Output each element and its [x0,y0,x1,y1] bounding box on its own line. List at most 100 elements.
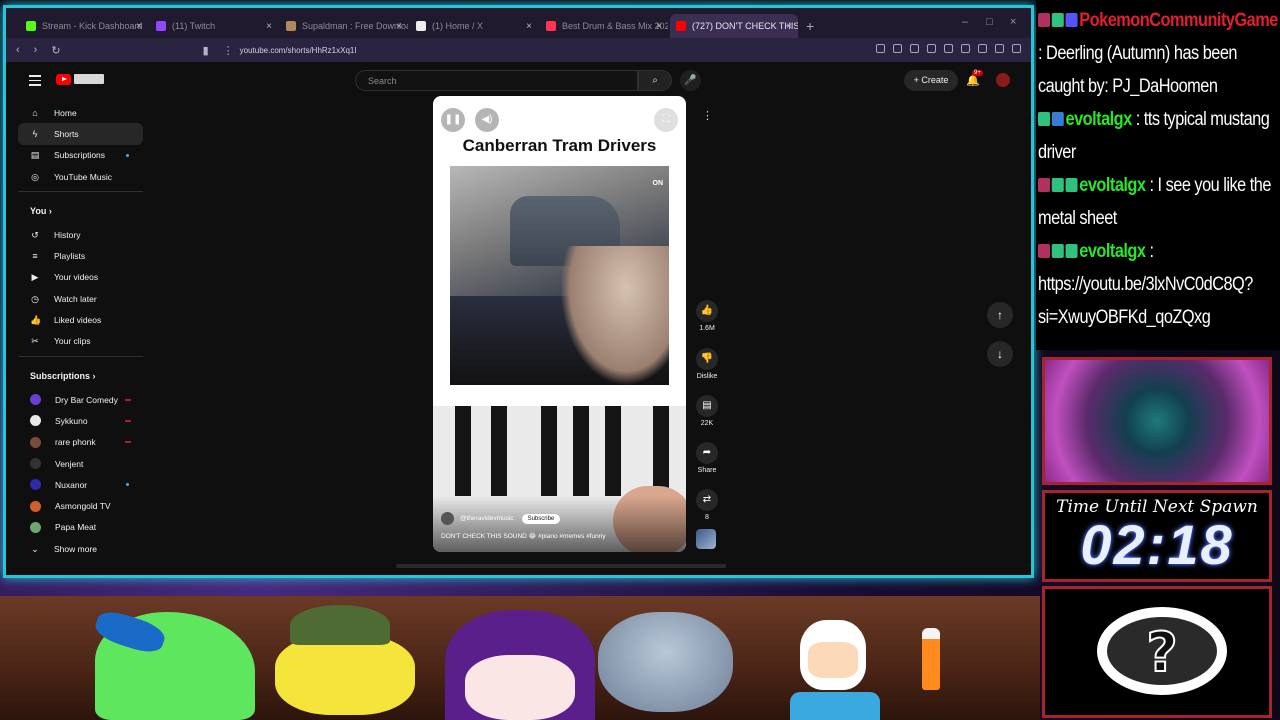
subscription-item[interactable]: Papa Meat [18,517,143,538]
subscription-item[interactable]: rare phonk [18,432,143,453]
arrow-down-icon[interactable]: ↓ [987,341,1013,367]
bookmark-icon[interactable]: ▮ [203,44,209,57]
channel-avatar [30,436,41,448]
comments-button[interactable]: ▤ 22K [694,395,720,427]
subscription-item[interactable]: Venjent [18,453,143,474]
extension-icon[interactable] [910,44,919,53]
volume-icon[interactable]: ◀) [475,108,499,132]
show-more-button[interactable]: ⌄ Show more [18,538,143,559]
extension-icon[interactable] [893,44,902,53]
sidebar-item-subscriptions[interactable]: ▤ Subscriptions [18,145,143,166]
subscription-item[interactable]: Nuxanor [18,474,143,495]
youtube-logo[interactable] [56,74,71,85]
subscription-item[interactable]: Dry Bar Comedy [18,389,143,410]
tab-bar: Stream - Kick Dashboard × (11) Twitch × Supa… [6,8,1031,38]
extension-icon[interactable] [927,44,936,53]
channel-avatar [30,521,41,533]
browser-tab[interactable]: Supaldman : Free Download, Borro× [280,14,408,38]
like-button[interactable]: 👍 1.6M [694,300,720,332]
close-icon[interactable]: × [136,21,142,32]
video-frame[interactable]: ON [450,166,669,385]
sidebar-section-subscriptions[interactable]: Subscriptions › [18,363,143,389]
shorts-player[interactable]: ❚❚ ◀) ⛶ Canberran Tram Drivers ON @thera… [433,96,686,552]
forward-icon[interactable]: › [34,44,38,56]
browser-tab[interactable]: (1) Home / X × [410,14,538,38]
channel-avatar [30,500,41,512]
mic-icon[interactable]: 🎤 [680,70,701,91]
scrollbar[interactable] [396,564,726,568]
subscriptions-icon: ▤ [30,150,40,161]
sidebar-subscriptions: Dry Bar Comedy Sykkuno rare phonk Venjent Nu… [18,389,143,538]
dislike-button[interactable]: 👎 Dislike [694,348,720,380]
sidebar-item-liked-videos[interactable]: 👍 Liked videos [18,309,143,330]
browser-tab[interactable]: (727) DON'T CHECK THIS SO× [670,14,798,38]
pause-icon[interactable]: ❚❚ [441,108,465,132]
sidebar-item-home[interactable]: ⌂ Home [18,102,143,123]
sidebar-item-watch-later[interactable]: ◷ Watch later [18,288,143,309]
chat-text: : Deerling (Autumn) has been caught by: … [1038,43,1238,97]
site-info-icon[interactable]: ⋮ [223,44,234,57]
address-bar: ‹ › ↻ ▮ ⋮ youtube.com/shorts/HhRz1xXq1I [6,38,1031,62]
new-tab-button[interactable]: + [806,18,814,34]
subscription-label: Asmongold TV [55,501,111,512]
share-button[interactable]: ➦ Share [694,442,720,474]
create-button[interactable]: + Create [904,70,958,91]
extension-icon[interactable] [876,44,885,53]
chat-badge-icon [1051,112,1064,126]
close-icon[interactable]: × [526,21,532,32]
browser-tab[interactable]: (11) Twitch × [150,14,278,38]
url-field[interactable]: youtube.com/shorts/HhRz1xXq1I [240,46,357,55]
more-options-icon[interactable]: ⋮ [702,109,713,122]
extension-icon[interactable] [944,44,953,53]
sidebar-item-history[interactable]: ↺ History [18,224,143,245]
extension-icon[interactable] [961,44,970,53]
dislike-label: Dislike [696,373,718,380]
sidebar-item-your-videos[interactable]: ▶ Your videos [18,267,143,288]
close-icon[interactable]: × [656,21,662,32]
close-icon[interactable]: × [266,21,272,32]
channel-handle[interactable]: @theravidevmusic [460,515,514,522]
sidebar-item-youtube-music[interactable]: ◎ YouTube Music [18,166,143,187]
sidebar-item-label: Watch later [54,293,97,304]
sidebar-item-label: YouTube Music [54,171,112,182]
piano-key [573,406,589,496]
subscribe-button[interactable]: Subscribe [521,513,561,524]
sidebar-section-you[interactable]: You › [18,198,143,224]
remix-button[interactable]: ⇄ 8 [694,489,720,521]
art-panel [1042,357,1272,485]
close-icon[interactable]: × [786,21,792,32]
youtube-wordmark[interactable] [74,74,104,84]
share-label: Share [697,467,717,474]
extension-icon[interactable] [1012,44,1021,53]
sidebar-item-your-clips[interactable]: ✂ Your clips [18,331,143,352]
subscription-item[interactable]: Sykkuno [18,410,143,431]
browser-tab[interactable]: Stream - Kick Dashboard × [20,14,148,38]
browser-tab[interactable]: Best Drum & Bass Mix 2020 (Mi× [540,14,668,38]
search-icon[interactable]: ⌕ [638,70,672,91]
back-icon[interactable]: ‹ [16,44,20,56]
extension-icon[interactable] [978,44,987,53]
chat-badge-icon [1065,178,1078,192]
fullscreen-icon[interactable]: ⛶ [654,108,678,132]
create-label: Create [921,75,949,85]
avatar[interactable] [996,73,1010,87]
extension-icon[interactable] [995,44,1004,53]
sidebar-item-playlists[interactable]: ≡ Playlists [18,245,143,266]
sidebar-item-shorts[interactable]: ϟ Shorts [18,123,143,145]
search-input[interactable]: Search [355,70,638,91]
subscription-item[interactable]: Asmongold TV [18,495,143,516]
menu-icon[interactable] [29,75,41,89]
arrow-up-icon[interactable]: ↑ [987,302,1013,328]
channel-avatar[interactable] [441,512,454,525]
favicon-icon [156,21,166,31]
sound-thumbnail[interactable] [696,529,716,549]
playlists-icon: ≡ [32,251,38,262]
reload-icon[interactable]: ↻ [51,44,60,57]
chat-badge-icon [1065,244,1078,258]
close-icon[interactable]: × [396,21,402,32]
maximize-icon[interactable]: □ [986,16,993,28]
minimize-icon[interactable]: – [962,16,968,28]
window-close-icon[interactable]: × [1010,16,1016,28]
short-caption: DON'T CHECK THIS SOUND 😂 #piano #memes #… [441,533,606,540]
piano-video[interactable] [433,406,686,552]
